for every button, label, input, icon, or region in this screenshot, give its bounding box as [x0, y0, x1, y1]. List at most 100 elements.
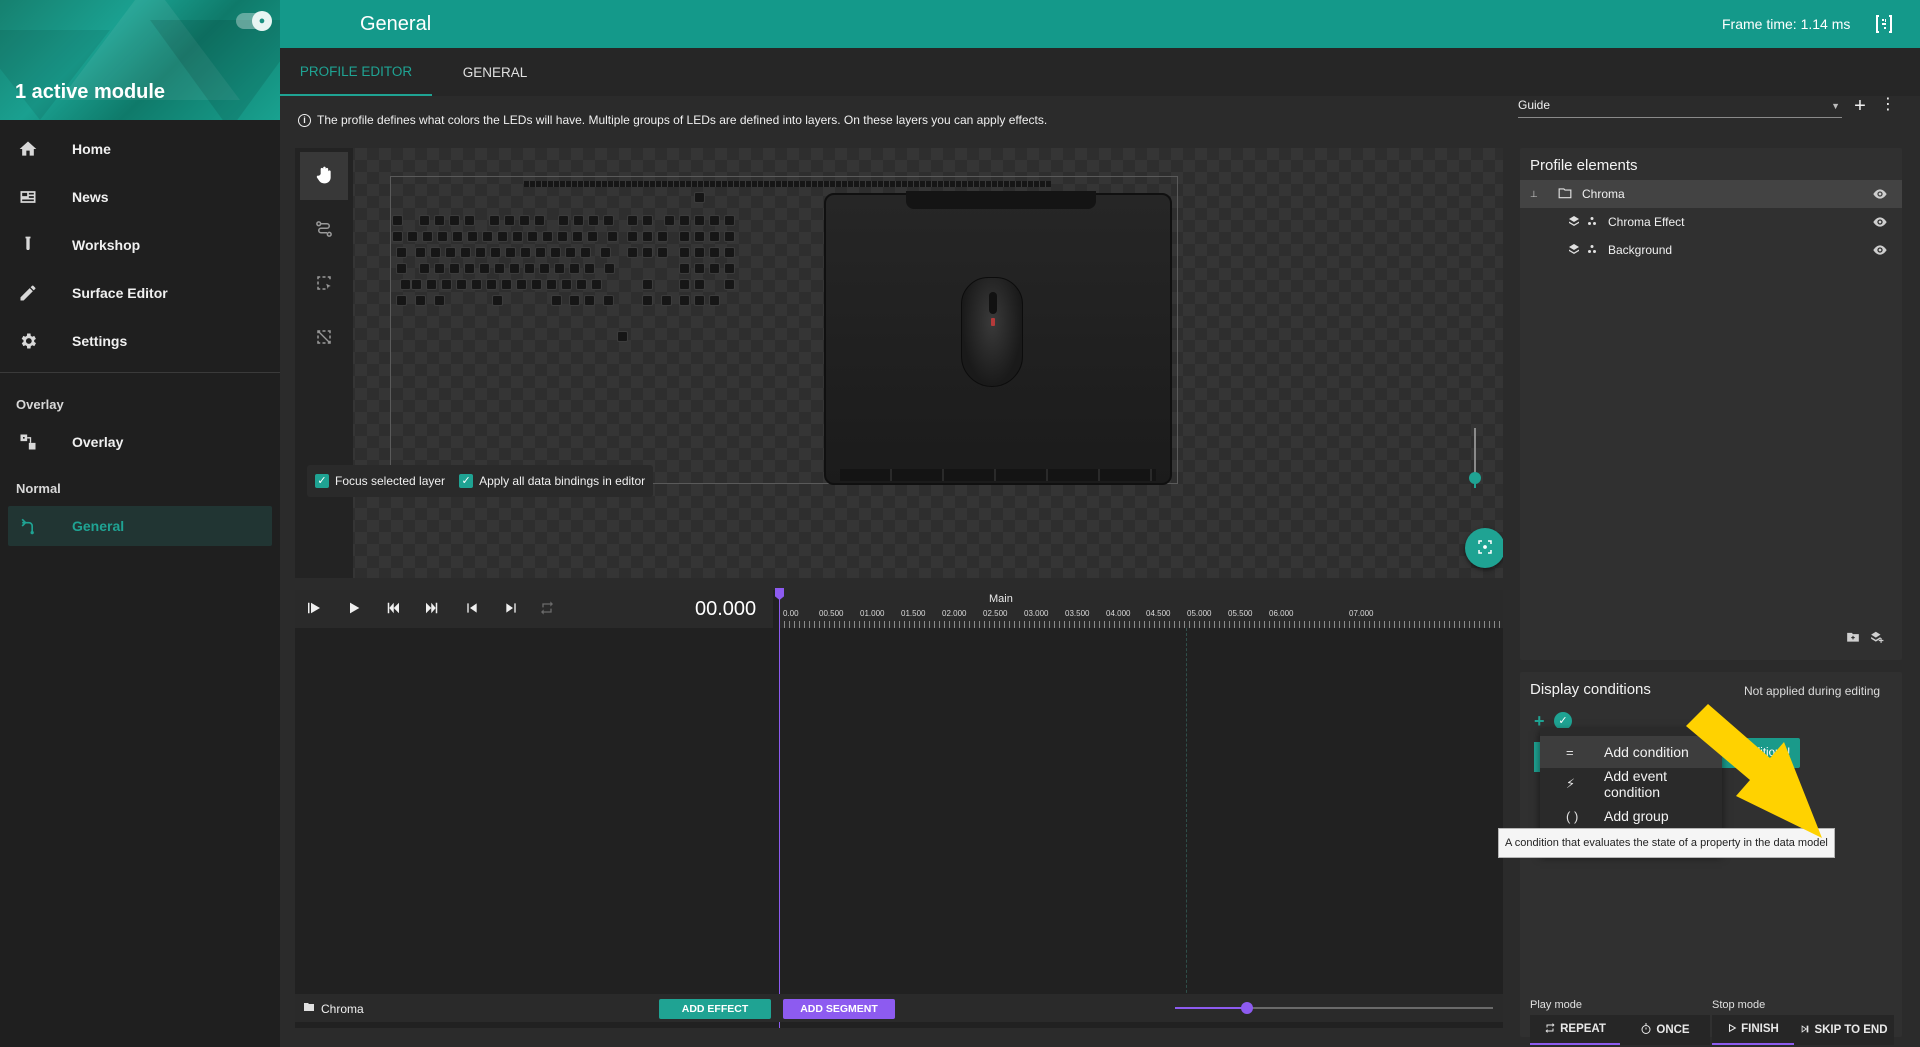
slider-thumb[interactable] — [1241, 1002, 1253, 1014]
annotation-arrow-icon — [1686, 704, 1822, 838]
keyboard-key — [479, 263, 490, 274]
tree-item-background[interactable]: Background — [1520, 236, 1902, 264]
ruler-label: 0.00 — [783, 609, 799, 618]
keyboard-key — [464, 263, 475, 274]
keyboard-key — [627, 247, 638, 258]
keyboard-key — [573, 215, 584, 226]
sidebar-item-surface-editor[interactable]: Surface Editor — [0, 273, 280, 313]
tree-item-chroma-folder[interactable]: ⊥ Chroma — [1520, 180, 1902, 208]
fit-to-screen-button[interactable] — [1465, 528, 1503, 568]
go-to-end-button[interactable] — [421, 599, 443, 619]
keyboard-key — [709, 215, 720, 226]
slider-thumb[interactable] — [1469, 472, 1481, 484]
sidebar-item-settings[interactable]: Settings — [0, 321, 280, 361]
sidebar-item-home[interactable]: Home — [0, 129, 280, 169]
timeline-zoom-slider[interactable] — [1175, 1002, 1493, 1014]
panel-title: Profile elements — [1530, 157, 1638, 174]
keyboard-key — [587, 231, 598, 242]
edit-tool[interactable] — [300, 206, 348, 254]
play-button[interactable] — [343, 599, 365, 619]
dropdown-caret-icon: ▼ — [1831, 101, 1840, 111]
keyboard-key — [584, 263, 595, 274]
sidebar-item-overlay[interactable]: Overlay — [0, 422, 280, 462]
keyboard-key — [531, 279, 542, 290]
keyboard-key — [565, 247, 576, 258]
pan-tool[interactable] — [300, 152, 348, 200]
profile-visualizer[interactable]: ✓ Focus selected layer ✓ Apply all data … — [295, 148, 1503, 578]
frame-time-readout: Frame time: 1.14 ms — [1722, 16, 1851, 32]
profile-info: i The profile defines what colors the LE… — [298, 113, 1047, 127]
add-layer-icon[interactable] — [1870, 630, 1886, 646]
keyboard-key — [679, 263, 690, 274]
select-rect-icon — [315, 274, 333, 295]
deselection-tool[interactable] — [300, 314, 348, 362]
guide-select[interactable]: Guide ▼ — [1518, 98, 1842, 118]
keyboard-key — [642, 247, 653, 258]
keyboard-key — [591, 279, 602, 290]
keyboard-key — [542, 231, 553, 242]
keyboard-key — [396, 295, 407, 306]
previous-frame-button[interactable] — [461, 599, 483, 619]
stop-mode-finish-button[interactable]: FINISH — [1712, 1015, 1794, 1045]
ruler-label: 00.500 — [819, 609, 844, 618]
stop-mode-skip-to-end-button[interactable]: SKIP TO END — [1794, 1015, 1894, 1045]
keyboard-key — [550, 247, 561, 258]
visualizer-zoom-slider[interactable] — [1469, 428, 1481, 488]
ruler-label: 01.000 — [860, 609, 885, 618]
play-icon — [1727, 1023, 1737, 1036]
tree-item-label: Background — [1608, 243, 1673, 257]
tab-profile-editor[interactable]: PROFILE EDITOR — [280, 48, 432, 96]
keyboard-key — [724, 247, 735, 258]
mode-label: ONCE — [1656, 1024, 1690, 1036]
keyboard-key — [419, 215, 430, 226]
go-to-start-button[interactable] — [382, 599, 404, 619]
play-mode-repeat-button[interactable]: REPEAT — [1530, 1015, 1620, 1045]
ruler-label: 05.000 — [1187, 609, 1212, 618]
next-frame-button[interactable] — [500, 599, 522, 619]
keyboard-key — [642, 279, 653, 290]
selection-tool[interactable] — [300, 260, 348, 308]
user-toggle[interactable]: ● — [236, 11, 272, 31]
keyboard-key — [664, 215, 675, 226]
overlay-icon — [16, 430, 40, 454]
debugger-icon[interactable] — [1872, 12, 1898, 36]
editing-note: Not applied during editing — [1744, 684, 1881, 698]
play-from-start-button[interactable] — [303, 599, 325, 619]
playhead-line — [779, 590, 780, 1028]
add-folder-icon[interactable] — [1846, 630, 1862, 646]
add-button[interactable]: + — [1850, 96, 1870, 116]
keyboard-key — [400, 279, 411, 290]
repeat-button[interactable] — [536, 599, 558, 619]
sidebar-item-general[interactable]: General — [8, 506, 272, 546]
timeline-ruler[interactable]: Main 0.00 00.500 01.000 01.500 02.000 02.500 0… — [779, 590, 1672, 628]
deselect-rect-icon — [315, 328, 333, 349]
eye-icon[interactable] — [1870, 212, 1890, 232]
timeline-layer[interactable]: Chroma — [303, 1001, 364, 1016]
eye-icon[interactable] — [1870, 184, 1890, 204]
keyboard-key — [456, 279, 467, 290]
sidebar-divider — [0, 372, 280, 373]
keyboard-key — [569, 263, 580, 274]
add-effect-button[interactable]: ADD EFFECT — [659, 999, 771, 1019]
more-vertical-icon[interactable]: ⋮ — [1878, 96, 1898, 116]
keyboard-key — [561, 279, 572, 290]
focus-selected-layer-checkbox[interactable]: ✓ Focus selected layer — [315, 474, 445, 488]
add-segment-button[interactable]: ADD SEGMENT — [783, 999, 895, 1019]
apply-data-bindings-checkbox[interactable]: ✓ Apply all data bindings in editor — [459, 474, 645, 488]
keyboard-key — [724, 263, 735, 274]
ruler-label: 03.000 — [1024, 609, 1049, 618]
segment-name: Main — [989, 593, 1013, 605]
tree-item-chroma-effect[interactable]: Chroma Effect — [1520, 208, 1902, 236]
keyboard-key — [694, 215, 705, 226]
page-title: General — [360, 13, 432, 35]
collapse-icon[interactable]: ⊥ — [1530, 189, 1538, 200]
keyboard-key — [504, 215, 515, 226]
brush-effect-icon — [1586, 215, 1598, 230]
sidebar-item-news[interactable]: News — [0, 177, 280, 217]
keyboard-key — [679, 231, 690, 242]
tab-general[interactable]: GENERAL — [440, 48, 550, 96]
eye-icon[interactable] — [1870, 240, 1890, 260]
keyboard-key — [434, 263, 445, 274]
play-mode-once-button[interactable]: ONCE — [1620, 1015, 1710, 1045]
sidebar-item-workshop[interactable]: Workshop — [0, 225, 280, 265]
